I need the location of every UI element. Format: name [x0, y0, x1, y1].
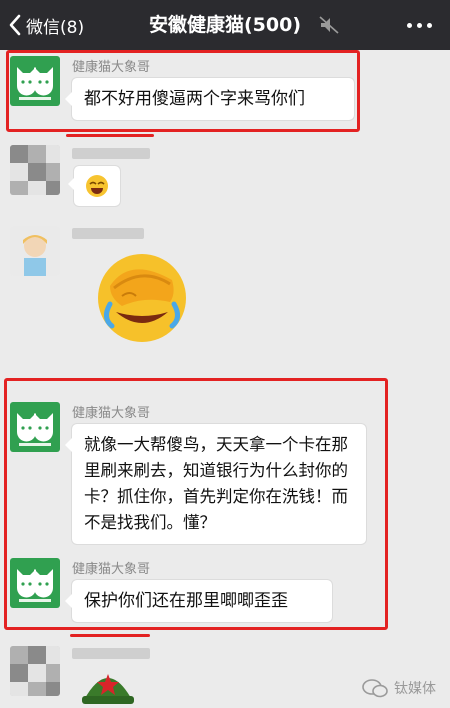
chat-title: 安徽健康猫(500): [148, 14, 302, 36]
watermark-text: 钛媒体: [394, 681, 436, 697]
blurred-sender-name: [72, 148, 150, 159]
chat-area[interactable]: 健康猫大象哥 都不好用傻逼两个字来骂你们 健康猫大象哥 就像一大帮傻鸟，天天拿一…: [0, 50, 450, 708]
sticker-bubble[interactable]: [68, 166, 120, 206]
cat-logo-icon: [17, 569, 53, 602]
message-bubble[interactable]: 保护你们还在那里唧唧歪歪: [65, 580, 332, 622]
wechat-logo-icon: [362, 679, 388, 698]
facepalm-laugh-sticker[interactable]: [92, 246, 192, 346]
avatar[interactable]: [10, 646, 60, 696]
sender-name: 健康猫大象哥: [72, 406, 151, 421]
red-underline: [66, 134, 154, 137]
mute-icon: [319, 16, 339, 34]
avatar[interactable]: [10, 558, 60, 608]
avatar[interactable]: [10, 226, 60, 276]
cartoon-person-icon: [10, 226, 60, 276]
watermark: 钛媒体: [362, 678, 436, 698]
highlight-box: [6, 50, 360, 132]
red-underline: [70, 634, 150, 637]
sender-name: 健康猫大象哥: [72, 562, 151, 577]
more-icon[interactable]: [407, 23, 432, 28]
avatar[interactable]: [10, 402, 60, 452]
soldier-cap-sticker[interactable]: [80, 660, 136, 708]
message-bubble[interactable]: 就像一大帮傻鸟，天天拿一个卡在那里刷来刷去，知道银行为什么封你的卡？抓住你，首先…: [65, 424, 366, 544]
nav-bar: 微信(8) 安徽健康猫(500): [0, 0, 450, 50]
avatar[interactable]: [10, 145, 60, 195]
laughing-face-emoji: [86, 175, 108, 197]
blurred-sender-name: [72, 648, 150, 659]
blurred-sender-name: [72, 228, 144, 239]
cat-logo-icon: [17, 413, 53, 446]
